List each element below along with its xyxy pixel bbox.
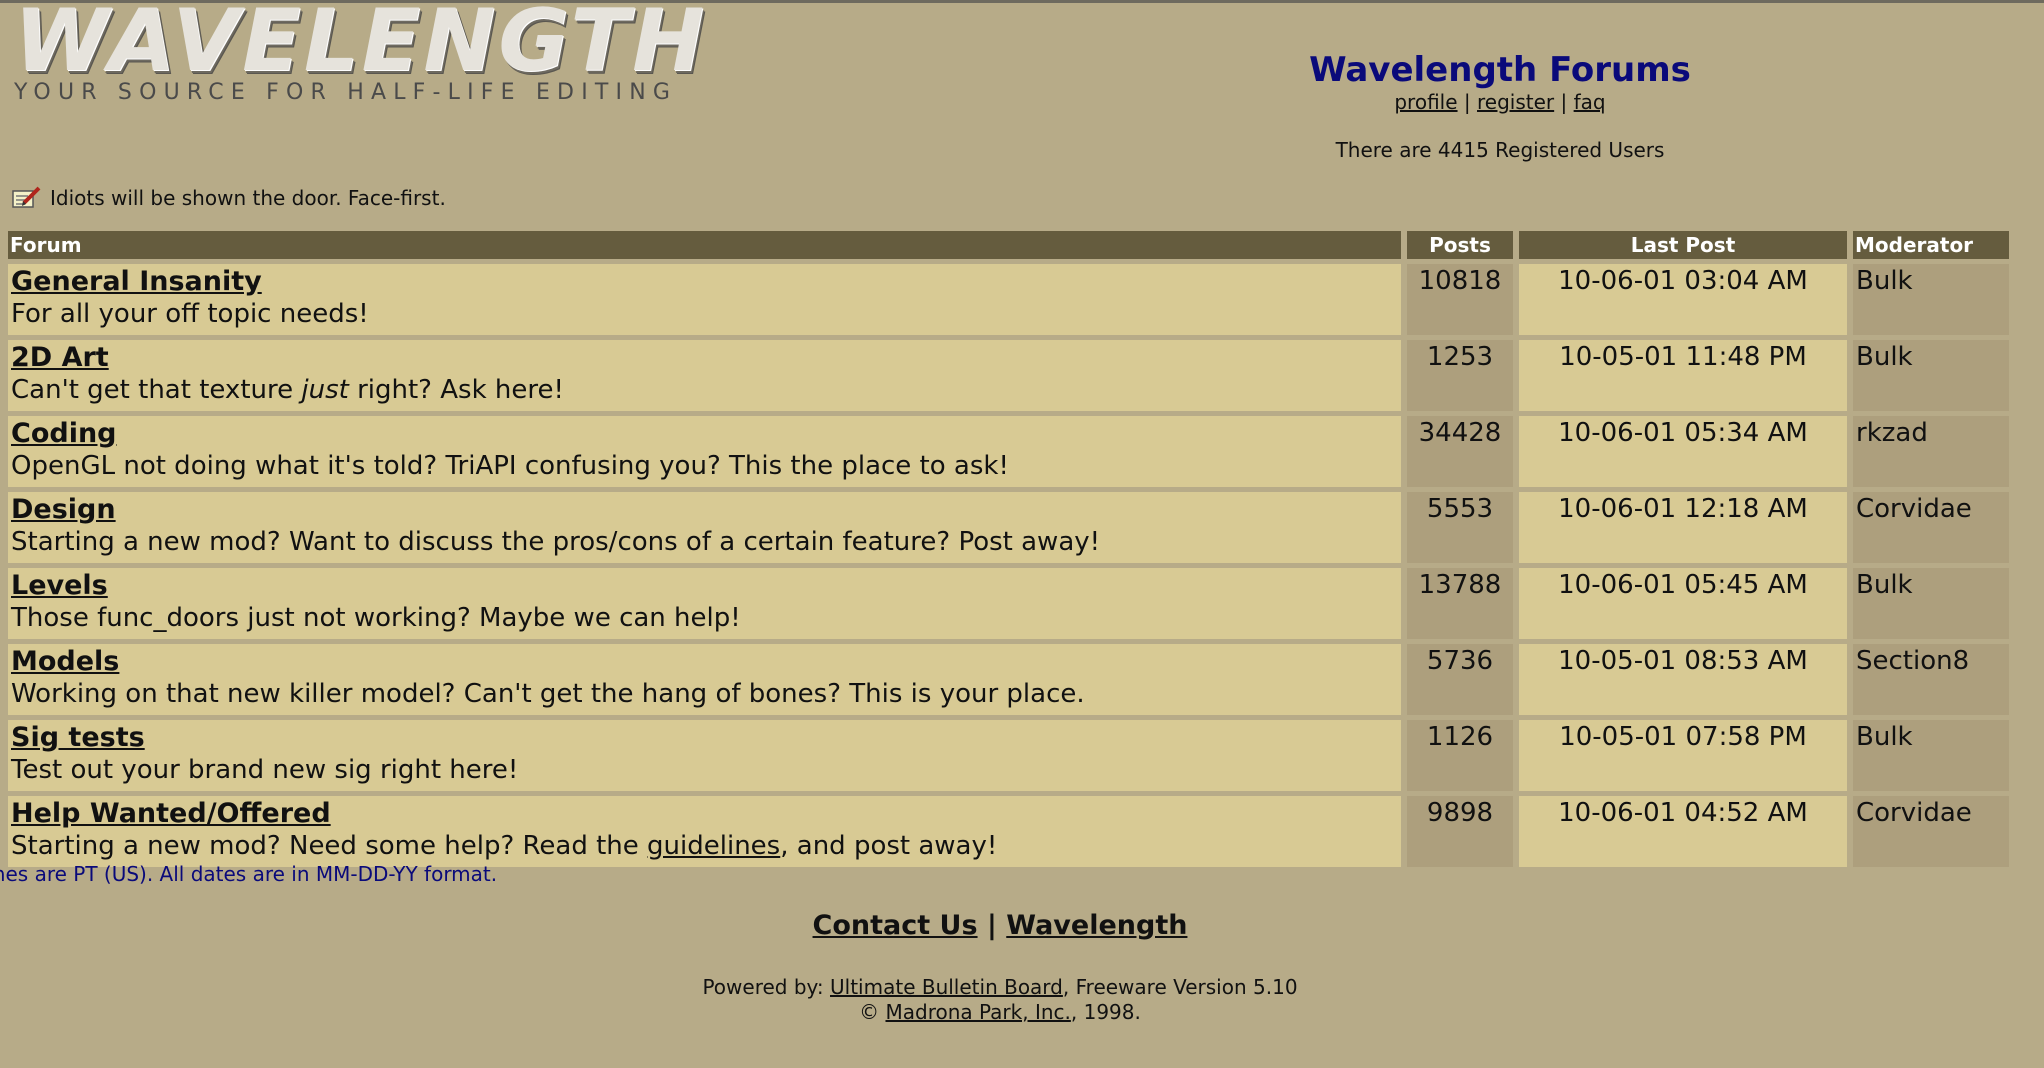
table-row: General Insanity For all your off topic … bbox=[8, 264, 2009, 335]
forum-cell: Design Starting a new mod? Want to discu… bbox=[8, 492, 1401, 563]
last-post-date: 10-05-01 08:53 AM bbox=[1519, 644, 1847, 715]
forum-link[interactable]: Help Wanted/Offered bbox=[11, 798, 1398, 830]
desc-text: right? Ask here! bbox=[348, 375, 564, 405]
note-pencil-icon bbox=[12, 186, 41, 208]
last-post-date: 10-05-01 11:48 PM bbox=[1519, 340, 1847, 411]
announcement: Idiots will be shown the door. Face-firs… bbox=[12, 186, 446, 210]
desc-text: , and post away! bbox=[780, 831, 998, 861]
forum-description: Starting a new mod? Want to discuss the … bbox=[11, 527, 1101, 557]
forum-description: Those func_doors just not working? Maybe… bbox=[11, 603, 741, 633]
registered-users-count: There are 4415 Registered Users bbox=[1335, 138, 1665, 162]
forum-link[interactable]: Levels bbox=[11, 570, 1398, 602]
powered-version: , Freeware Version 5.10 bbox=[1062, 975, 1298, 999]
faq-link[interactable]: faq bbox=[1574, 90, 1606, 114]
column-header-moderator: Moderator bbox=[1853, 231, 2009, 259]
column-header-forum: Forum bbox=[8, 231, 1401, 259]
copyright-symbol: © bbox=[859, 1000, 886, 1024]
forum-description: Working on that new killer model? Can't … bbox=[11, 679, 1085, 709]
column-header-posts: Posts bbox=[1407, 231, 1513, 259]
logo-wordmark: WAVELENGTH bbox=[14, 0, 708, 91]
forum-link[interactable]: 2D Art bbox=[11, 342, 1398, 374]
madrona-park-link[interactable]: Madrona Park, Inc. bbox=[885, 1000, 1070, 1024]
moderator-name: Section8 bbox=[1853, 644, 2009, 715]
forum-link[interactable]: General Insanity bbox=[11, 266, 1398, 298]
last-post-date: 10-06-01 05:34 AM bbox=[1519, 416, 1847, 487]
wavelength-home-link[interactable]: Wavelength bbox=[1006, 910, 1187, 941]
guidelines-link[interactable]: guidelines bbox=[647, 831, 780, 861]
nav-separator: | bbox=[1463, 90, 1471, 114]
forum-description: OpenGL not doing what it's told? TriAPI … bbox=[11, 451, 1009, 481]
forum-cell: 2D Art Can't get that texture just right… bbox=[8, 340, 1401, 411]
forum-link[interactable]: Sig tests bbox=[11, 722, 1398, 754]
column-header-last-post: Last Post bbox=[1519, 231, 1847, 259]
register-link[interactable]: register bbox=[1477, 90, 1554, 114]
desc-text: Can't get that texture bbox=[11, 375, 302, 405]
footer-separator: | bbox=[986, 910, 997, 941]
page-title: Wavelength Forums bbox=[1309, 50, 1691, 90]
forum-cell: General Insanity For all your off topic … bbox=[8, 264, 1401, 335]
moderator-name: Corvidae bbox=[1853, 492, 2009, 563]
posts-count: 10818 bbox=[1407, 264, 1513, 335]
logo-tagline: YOUR SOURCE FOR HALF-LIFE EDITING bbox=[14, 80, 678, 105]
desc-emphasis: just bbox=[301, 375, 349, 405]
last-post-date: 10-06-01 03:04 AM bbox=[1519, 264, 1847, 335]
posts-count: 5553 bbox=[1407, 492, 1513, 563]
posts-count: 9898 bbox=[1407, 796, 1513, 867]
forum-link[interactable]: Design bbox=[11, 494, 1398, 526]
moderator-name: Bulk bbox=[1853, 720, 2009, 791]
posts-count: 34428 bbox=[1407, 416, 1513, 487]
header-nav: profile | register | faq bbox=[1230, 90, 1770, 114]
powered-by-line: Powered by: Ultimate Bulletin Board, Fre… bbox=[600, 975, 1400, 1000]
powered-by: Powered by: Ultimate Bulletin Board, Fre… bbox=[600, 975, 1400, 1025]
forum-description: For all your off topic needs! bbox=[11, 299, 369, 329]
moderator-name: Bulk bbox=[1853, 340, 2009, 411]
table-row: Coding OpenGL not doing what it's told? … bbox=[8, 416, 2009, 487]
forum-description: Can't get that texture just right? Ask h… bbox=[11, 374, 1398, 406]
table-row: Models Working on that new killer model?… bbox=[8, 644, 2009, 715]
table-row: Levels Those func_doors just not working… bbox=[8, 568, 2009, 639]
table-row: Design Starting a new mod? Want to discu… bbox=[8, 492, 2009, 563]
announcement-text: Idiots will be shown the door. Face-firs… bbox=[50, 186, 446, 210]
moderator-name: Bulk bbox=[1853, 568, 2009, 639]
posts-count: 5736 bbox=[1407, 644, 1513, 715]
last-post-date: 10-06-01 05:45 AM bbox=[1519, 568, 1847, 639]
forum-cell: Help Wanted/Offered Starting a new mod? … bbox=[8, 796, 1401, 867]
last-post-date: 10-06-01 04:52 AM bbox=[1519, 796, 1847, 867]
forum-description: Test out your brand new sig right here! bbox=[11, 755, 519, 785]
forum-link[interactable]: Models bbox=[11, 646, 1398, 678]
timezone-note: mes are PT (US). All dates are in MM-DD-… bbox=[0, 862, 498, 886]
footer-nav: Contact Us | Wavelength bbox=[700, 910, 1300, 941]
copyright-year: , 1998. bbox=[1070, 1000, 1141, 1024]
forum-cell: Levels Those func_doors just not working… bbox=[8, 568, 1401, 639]
desc-text: Starting a new mod? Need some help? Read… bbox=[11, 831, 648, 861]
last-post-date: 10-06-01 12:18 AM bbox=[1519, 492, 1847, 563]
posts-count: 1253 bbox=[1407, 340, 1513, 411]
profile-link[interactable]: profile bbox=[1394, 90, 1457, 114]
posts-count: 1126 bbox=[1407, 720, 1513, 791]
table-row: Help Wanted/Offered Starting a new mod? … bbox=[8, 796, 2009, 867]
posts-count: 13788 bbox=[1407, 568, 1513, 639]
moderator-name: Bulk bbox=[1853, 264, 2009, 335]
site-logo[interactable]: WAVELENGTH YOUR SOURCE FOR HALF-LIFE EDI… bbox=[12, 0, 704, 110]
forum-table: Forum Posts Last Post Moderator General … bbox=[2, 226, 2015, 872]
moderator-name: rkzad bbox=[1853, 416, 2009, 487]
ubb-link[interactable]: Ultimate Bulletin Board bbox=[830, 975, 1063, 999]
forum-link[interactable]: Coding bbox=[11, 418, 1398, 450]
powered-text: Powered by: bbox=[702, 975, 831, 999]
forum-cell: Models Working on that new killer model?… bbox=[8, 644, 1401, 715]
forum-cell: Coding OpenGL not doing what it's told? … bbox=[8, 416, 1401, 487]
copyright-line: © Madrona Park, Inc., 1998. bbox=[600, 1000, 1400, 1025]
table-row: 2D Art Can't get that texture just right… bbox=[8, 340, 2009, 411]
moderator-name: Corvidae bbox=[1853, 796, 2009, 867]
forum-cell: Sig tests Test out your brand new sig ri… bbox=[8, 720, 1401, 791]
table-header-row: Forum Posts Last Post Moderator bbox=[8, 231, 2009, 259]
nav-separator: | bbox=[1560, 90, 1568, 114]
forum-description: Starting a new mod? Need some help? Read… bbox=[11, 830, 1398, 862]
table-row: Sig tests Test out your brand new sig ri… bbox=[8, 720, 2009, 791]
contact-us-link[interactable]: Contact Us bbox=[813, 910, 978, 941]
last-post-date: 10-05-01 07:58 PM bbox=[1519, 720, 1847, 791]
